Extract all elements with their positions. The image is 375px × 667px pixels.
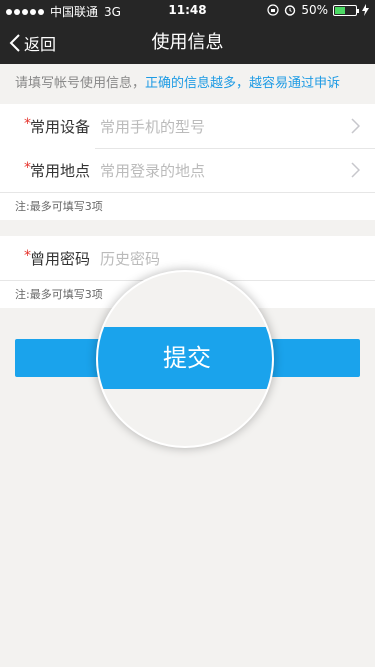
limit-note: 注:最多可填写3项 bbox=[0, 192, 375, 220]
charging-icon bbox=[362, 4, 369, 16]
alarm-icon bbox=[285, 5, 296, 16]
required-mark: * bbox=[24, 248, 31, 264]
chevron-right-icon bbox=[351, 162, 360, 178]
hint-prefix: 请填写帐号使用信息， bbox=[15, 76, 146, 91]
old-password-input[interactable]: 历史密码 bbox=[100, 248, 160, 269]
nav-bar: 返回 使用信息 bbox=[0, 22, 375, 64]
common-device-placeholder: 常用手机的型号 bbox=[100, 117, 206, 136]
old-password-label: 曾用密码 bbox=[30, 249, 91, 268]
status-right: 50% bbox=[267, 3, 369, 17]
required-mark: * bbox=[24, 116, 31, 132]
battery-level bbox=[335, 6, 345, 14]
tap-magnifier: 提交 bbox=[96, 270, 274, 448]
common-location-placeholder: 常用登录的地点 bbox=[100, 161, 206, 180]
hint-highlight: 正确的信息越多，越容易通过申诉 bbox=[145, 76, 341, 91]
common-device-row[interactable]: * 常用设备 常用手机的型号 bbox=[0, 104, 375, 148]
battery-icon bbox=[333, 4, 359, 16]
hint-text: 请填写帐号使用信息，正确的信息越多，越容易通过申诉 bbox=[0, 64, 375, 104]
battery-percent: 50% bbox=[301, 3, 328, 17]
page-title: 使用信息 bbox=[151, 32, 224, 53]
common-device-label: 常用设备 bbox=[30, 117, 91, 136]
submit-label[interactable]: 提交 bbox=[98, 327, 272, 389]
common-location-row[interactable]: * 常用地点 常用登录的地点 bbox=[0, 148, 375, 192]
rotation-lock-icon bbox=[267, 4, 279, 16]
required-mark: * bbox=[24, 160, 31, 176]
status-bar: 中国联通 3G 11:48 50% bbox=[0, 0, 375, 22]
chevron-right-icon bbox=[351, 118, 360, 134]
usage-info-group: * 常用设备 常用手机的型号 * 常用地点 常用登录的地点 注:最多可填写3项 bbox=[0, 104, 375, 220]
common-location-label: 常用地点 bbox=[30, 161, 91, 180]
